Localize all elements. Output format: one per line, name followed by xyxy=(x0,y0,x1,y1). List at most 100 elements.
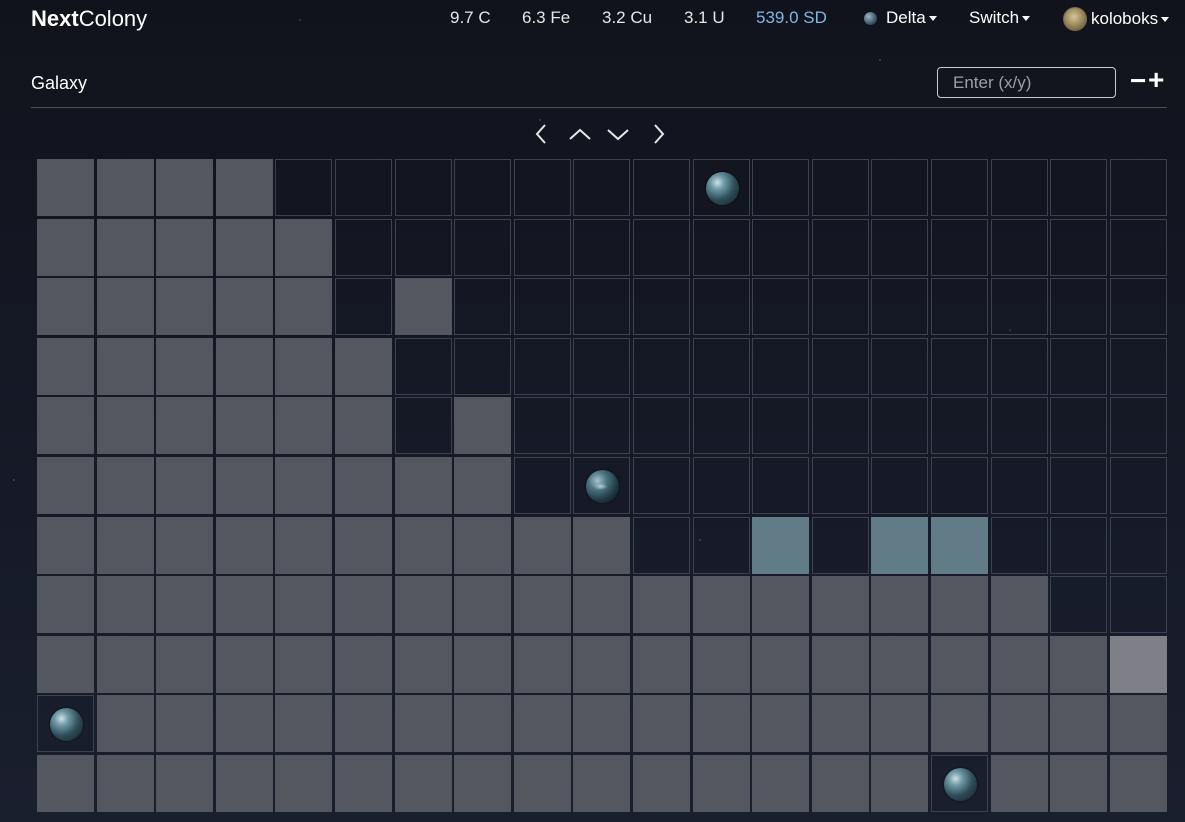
map-cell-explored[interactable] xyxy=(573,754,631,812)
map-cell-unexplored[interactable] xyxy=(811,218,869,276)
map-cell-unexplored[interactable] xyxy=(1109,337,1167,395)
map-cell-unexplored[interactable] xyxy=(1050,337,1108,395)
map-cell-explored[interactable] xyxy=(215,635,273,693)
map-cell-unexplored[interactable] xyxy=(1109,218,1167,276)
map-cell-unexplored[interactable] xyxy=(632,337,690,395)
map-cell-explored[interactable] xyxy=(334,635,392,693)
map-cell-explored[interactable] xyxy=(275,635,333,693)
map-cell-explored[interactable] xyxy=(334,695,392,753)
map-cell-explored[interactable] xyxy=(573,576,631,634)
map-cell-unexplored[interactable] xyxy=(275,159,333,216)
map-cell-unexplored[interactable] xyxy=(573,337,631,395)
map-cell-explored[interactable] xyxy=(1050,754,1108,812)
map-cell-unexplored[interactable] xyxy=(871,218,929,276)
map-cell-explored[interactable] xyxy=(215,397,273,455)
map-cell-explored[interactable] xyxy=(1109,754,1167,812)
map-cell-explored[interactable] xyxy=(454,397,512,455)
map-cell-selected[interactable] xyxy=(1109,635,1167,693)
map-cell-explored[interactable] xyxy=(96,218,154,276)
map-cell-explored[interactable] xyxy=(513,576,571,634)
map-cell-unexplored[interactable] xyxy=(1050,516,1108,574)
map-cell-explored[interactable] xyxy=(37,456,94,514)
map-cell-unexplored[interactable] xyxy=(573,278,631,336)
map-cell-explored[interactable] xyxy=(454,516,512,574)
map-cell-explored[interactable] xyxy=(37,635,94,693)
map-cell-explored[interactable] xyxy=(752,635,810,693)
map-cell-unexplored[interactable] xyxy=(632,218,690,276)
map-cell-explored[interactable] xyxy=(96,337,154,395)
map-cell-unexplored[interactable] xyxy=(394,218,452,276)
map-cell-unexplored[interactable] xyxy=(692,218,750,276)
map-cell-explored[interactable] xyxy=(871,576,929,634)
map-cell-unexplored[interactable] xyxy=(811,397,869,455)
map-cell-unexplored[interactable] xyxy=(752,278,810,336)
user-dropdown[interactable]: koloboks xyxy=(1063,7,1170,31)
map-cell-unexplored[interactable] xyxy=(454,218,512,276)
map-cell-explored[interactable] xyxy=(275,695,333,753)
map-cell-unexplored[interactable] xyxy=(334,159,392,216)
map-cell-unexplored[interactable] xyxy=(1109,397,1167,455)
zoom-out-button[interactable]: − xyxy=(1130,66,1146,96)
map-cell-explored[interactable] xyxy=(811,576,869,634)
map-cell-planet[interactable] xyxy=(692,159,750,216)
map-cell-unexplored[interactable] xyxy=(1050,159,1108,216)
map-cell-unexplored[interactable] xyxy=(692,337,750,395)
map-cell-explored[interactable] xyxy=(752,576,810,634)
map-cell-unexplored[interactable] xyxy=(632,278,690,336)
map-cell-unexplored[interactable] xyxy=(811,456,869,514)
planet-icon[interactable] xyxy=(586,469,620,503)
map-cell-unexplored[interactable] xyxy=(930,397,988,455)
map-cell-unexplored[interactable] xyxy=(513,456,571,514)
map-cell-unexplored[interactable] xyxy=(1109,278,1167,336)
map-cell-explored[interactable] xyxy=(156,635,214,693)
map-cell-explored[interactable] xyxy=(275,516,333,574)
planet-icon[interactable] xyxy=(943,767,977,801)
map-cell-unexplored[interactable] xyxy=(811,516,869,574)
map-cell-unexplored[interactable] xyxy=(930,337,988,395)
map-cell-unexplored[interactable] xyxy=(513,159,571,216)
map-cell-explored[interactable] xyxy=(334,337,392,395)
map-cell-explored[interactable] xyxy=(37,397,94,455)
map-cell-explored[interactable] xyxy=(37,218,94,276)
map-cell-explored[interactable] xyxy=(454,576,512,634)
map-cell-explored[interactable] xyxy=(394,695,452,753)
map-cell-explored[interactable] xyxy=(96,635,154,693)
right-arrow-icon[interactable] xyxy=(647,122,669,146)
map-cell-unexplored[interactable] xyxy=(334,218,392,276)
coordinate-input[interactable] xyxy=(937,67,1116,98)
map-cell-explored[interactable] xyxy=(215,337,273,395)
map-cell-unexplored[interactable] xyxy=(1050,456,1108,514)
map-cell-explored[interactable] xyxy=(394,635,452,693)
map-cell-explored[interactable] xyxy=(394,516,452,574)
map-cell-unexplored[interactable] xyxy=(1050,218,1108,276)
map-cell-explored[interactable] xyxy=(811,635,869,693)
map-cell-explored[interactable] xyxy=(96,516,154,574)
map-cell-unexplored[interactable] xyxy=(632,397,690,455)
map-cell-explored[interactable] xyxy=(394,278,452,336)
map-cell-unexplored[interactable] xyxy=(752,218,810,276)
map-cell-explored[interactable] xyxy=(692,576,750,634)
map-cell-unexplored[interactable] xyxy=(692,397,750,455)
map-cell-unexplored[interactable] xyxy=(513,278,571,336)
map-cell-explored[interactable] xyxy=(275,278,333,336)
map-cell-unexplored[interactable] xyxy=(334,278,392,336)
map-cell-explored[interactable] xyxy=(37,516,94,574)
map-cell-unexplored[interactable] xyxy=(513,337,571,395)
map-cell-unexplored[interactable] xyxy=(573,159,631,216)
map-cell-unexplored[interactable] xyxy=(632,456,690,514)
map-cell-explored[interactable] xyxy=(156,159,214,216)
left-arrow-icon[interactable] xyxy=(531,122,553,146)
map-cell-unexplored[interactable] xyxy=(811,278,869,336)
map-cell-planet[interactable] xyxy=(573,456,631,514)
map-cell-explored[interactable] xyxy=(96,278,154,336)
map-cell-unexplored[interactable] xyxy=(752,397,810,455)
map-cell-explored[interactable] xyxy=(632,576,690,634)
map-cell-unexplored[interactable] xyxy=(930,278,988,336)
map-cell-explored[interactable] xyxy=(156,218,214,276)
map-cell-explored[interactable] xyxy=(1050,635,1108,693)
map-cell-planet[interactable] xyxy=(930,754,988,812)
map-cell-unexplored[interactable] xyxy=(1109,159,1167,216)
map-cell-unexplored[interactable] xyxy=(1050,397,1108,455)
map-cell-explored[interactable] xyxy=(215,516,273,574)
map-cell-explored[interactable] xyxy=(275,754,333,812)
